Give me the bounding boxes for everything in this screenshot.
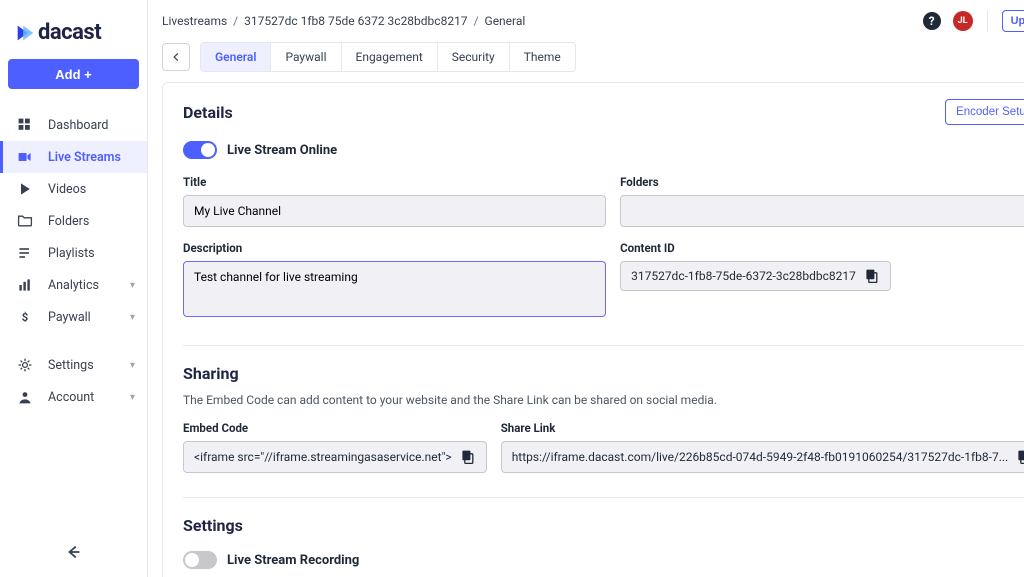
tab-general[interactable]: General <box>201 43 271 71</box>
breadcrumb-separator: / <box>233 14 238 28</box>
sidebar-item-label: Playlists <box>48 246 95 261</box>
sidebar-item-paywall[interactable]: $ Paywall ▾ <box>0 301 147 333</box>
live-stream-online-toggle[interactable] <box>183 141 217 159</box>
chevron-down-icon: ▾ <box>130 392 135 403</box>
folders-label: Folders <box>620 175 1024 189</box>
share-link-label: Share Link <box>501 421 1024 435</box>
tablist: General Paywall Engagement Security Them… <box>200 42 576 72</box>
sidebar-item-live-streams[interactable]: Live Streams <box>0 141 147 173</box>
embed-code-value: <iframe src="//iframe.streamingasaservic… <box>194 450 452 464</box>
share-link-box: https://iframe.dacast.com/live/226b85cd-… <box>501 441 1024 473</box>
content-id-value: 317527dc-1fb8-75de-6372-3c28bdbc8217 <box>631 269 856 283</box>
sidebar-item-account[interactable]: Account ▾ <box>0 381 147 413</box>
copy-icon[interactable] <box>864 268 880 284</box>
chevron-down-icon: ▾ <box>130 360 135 371</box>
collapse-sidebar-button[interactable] <box>0 531 147 577</box>
topbar: Livestreams / 317527dc 1fb8 75de 6372 3c… <box>148 0 1024 42</box>
live-stream-online-label: Live Stream Online <box>227 143 337 158</box>
avatar[interactable]: JL <box>953 11 973 31</box>
sidebar-item-label: Settings <box>48 358 94 373</box>
divider <box>183 497 1024 498</box>
person-icon <box>16 388 34 406</box>
logo-mark-icon <box>14 22 36 44</box>
sidebar-item-settings[interactable]: Settings ▾ <box>0 349 147 381</box>
sidebar-item-label: Folders <box>48 214 89 229</box>
brand-logo[interactable]: dacast <box>0 0 147 59</box>
tab-engagement[interactable]: Engagement <box>342 43 438 71</box>
gear-icon <box>16 356 34 374</box>
sidebar: dacast Add + Dashboard Live Streams Vide… <box>0 0 148 577</box>
description-textarea[interactable]: Test channel for live streaming <box>183 261 606 317</box>
share-link-value: https://iframe.dacast.com/live/226b85cd-… <box>512 450 1009 464</box>
sidebar-item-folders[interactable]: Folders <box>0 205 147 237</box>
breadcrumb-item[interactable]: 317527dc 1fb8 75de 6372 3c28bdbc8217 <box>244 14 467 28</box>
section-title-settings: Settings <box>183 516 1024 535</box>
dollar-icon: $ <box>16 308 34 326</box>
chevron-down-icon: ▾ <box>130 280 135 291</box>
sidebar-item-label: Analytics <box>48 278 99 293</box>
logo-text: dacast <box>38 20 101 45</box>
upgrade-button[interactable]: Upgrade <box>1002 10 1024 32</box>
embed-code-label: Embed Code <box>183 421 487 435</box>
tab-paywall[interactable]: Paywall <box>271 43 341 71</box>
copy-icon[interactable] <box>460 449 476 465</box>
sidebar-item-label: Dashboard <box>48 118 108 133</box>
divider <box>183 345 1024 346</box>
sidebar-item-label: Paywall <box>48 310 91 325</box>
breadcrumb-separator: / <box>474 14 479 28</box>
folder-icon <box>16 212 34 230</box>
breadcrumb-item: General <box>485 14 526 28</box>
arrow-left-icon <box>65 543 83 561</box>
sidebar-nav: Dashboard Live Streams Videos Folders Pl… <box>0 101 147 531</box>
sharing-helper-text: The Embed Code can add content to your w… <box>183 393 1024 407</box>
encoder-setup-button[interactable]: Encoder Setup <box>945 99 1024 125</box>
breadcrumb: Livestreams / 317527dc 1fb8 75de 6372 3c… <box>162 14 525 28</box>
sidebar-item-label: Live Streams <box>48 150 121 165</box>
dashboard-icon <box>16 116 34 134</box>
embed-code-box: <iframe src="//iframe.streamingasaservic… <box>183 441 487 473</box>
copy-icon[interactable] <box>1016 449 1024 465</box>
content-card: Details Encoder Setup Live Stream Online… <box>162 82 1024 577</box>
content-id-label: Content ID <box>620 241 1024 255</box>
sidebar-item-videos[interactable]: Videos <box>0 173 147 205</box>
back-button[interactable] <box>162 43 190 71</box>
folders-input[interactable] <box>620 195 1024 227</box>
section-title-sharing: Sharing <box>183 364 1024 383</box>
play-icon <box>16 180 34 198</box>
live-stream-recording-toggle[interactable] <box>183 551 217 569</box>
title-label: Title <box>183 175 606 189</box>
title-input[interactable] <box>183 195 606 227</box>
description-label: Description <box>183 241 606 255</box>
live-stream-recording-label: Live Stream Recording <box>227 553 359 568</box>
tab-theme[interactable]: Theme <box>510 43 575 71</box>
sidebar-item-analytics[interactable]: Analytics ▾ <box>0 269 147 301</box>
analytics-icon <box>16 276 34 294</box>
divider <box>987 10 988 32</box>
tab-security[interactable]: Security <box>438 43 510 71</box>
playlist-icon <box>16 244 34 262</box>
svg-text:$: $ <box>22 311 28 324</box>
sidebar-item-dashboard[interactable]: Dashboard <box>0 109 147 141</box>
sidebar-item-playlists[interactable]: Playlists <box>0 237 147 269</box>
section-title-details: Details <box>183 103 233 122</box>
camera-icon <box>16 148 34 166</box>
chevron-down-icon: ▾ <box>130 312 135 323</box>
sidebar-item-label: Videos <box>48 182 86 197</box>
sidebar-item-label: Account <box>48 390 94 405</box>
add-button[interactable]: Add + <box>8 59 139 89</box>
help-icon[interactable]: ? <box>923 12 941 30</box>
breadcrumb-item[interactable]: Livestreams <box>162 14 227 28</box>
chevron-left-icon <box>170 51 182 63</box>
content-id-box: 317527dc-1fb8-75de-6372-3c28bdbc8217 <box>620 261 891 291</box>
